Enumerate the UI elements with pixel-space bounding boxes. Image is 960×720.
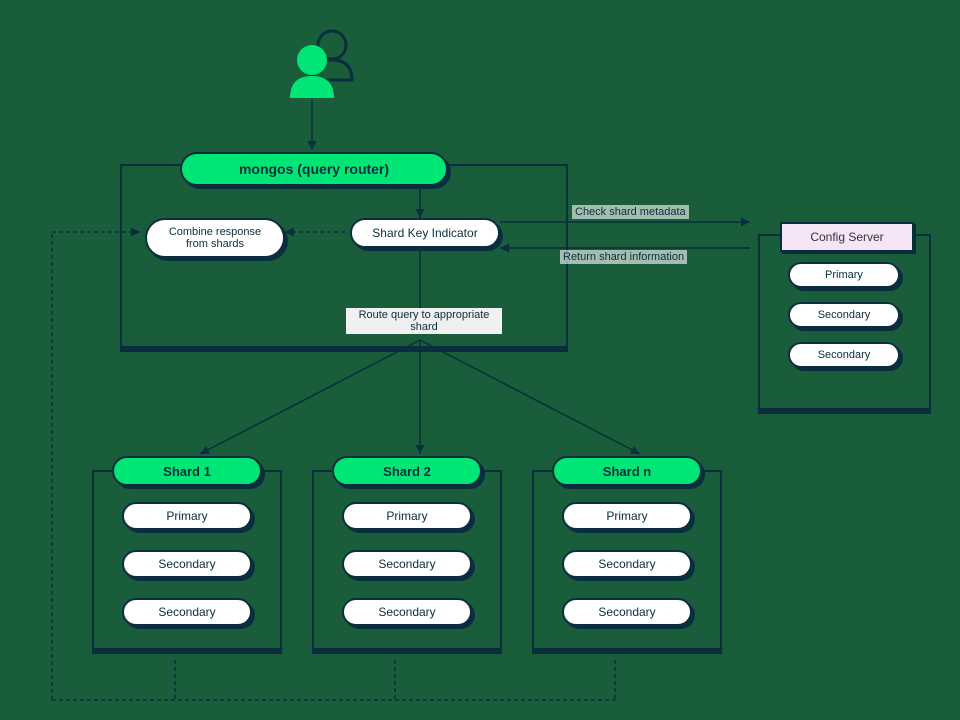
shard-2-secondary-2: Secondary — [342, 598, 472, 626]
combine-response-node: Combine response from shards — [145, 218, 285, 258]
shard-n-secondary-1: Secondary — [562, 550, 692, 578]
shard-key-indicator-node: Shard Key Indicator — [350, 218, 500, 248]
shard-n-title: Shard n — [552, 456, 702, 486]
shard-1-secondary-1: Secondary — [122, 550, 252, 578]
shard-2-secondary-1: Secondary — [342, 550, 472, 578]
shard-2-title: Shard 2 — [332, 456, 482, 486]
shard-n-primary: Primary — [562, 502, 692, 530]
shard-n-secondary-2: Secondary — [562, 598, 692, 626]
config-member-secondary-2: Secondary — [788, 342, 900, 368]
config-member-secondary-1: Secondary — [788, 302, 900, 328]
shard-1-title: Shard 1 — [112, 456, 262, 486]
check-metadata-label: Check shard metadata — [572, 205, 689, 219]
shard-1-primary: Primary — [122, 502, 252, 530]
route-query-label: Route query to appropriate shard — [346, 308, 502, 334]
config-member-primary: Primary — [788, 262, 900, 288]
config-server-title: Config Server — [780, 222, 914, 252]
mongos-node: mongos (query router) — [180, 152, 448, 186]
shard-2-primary: Primary — [342, 502, 472, 530]
shard-1-secondary-2: Secondary — [122, 598, 252, 626]
return-info-label: Return shard information — [560, 250, 687, 264]
